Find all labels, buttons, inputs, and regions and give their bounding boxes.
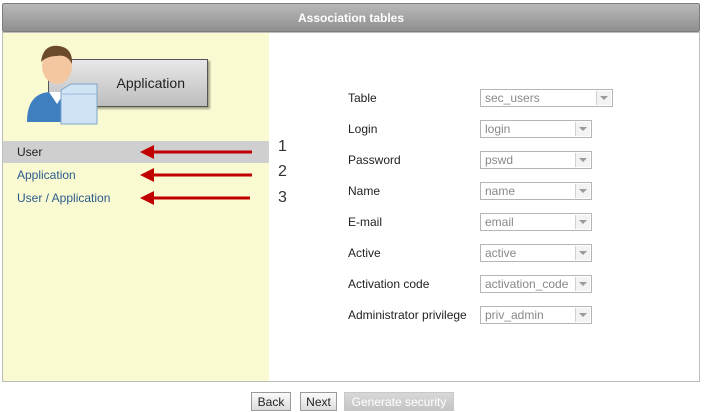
chevron-down-icon[interactable] xyxy=(575,246,590,260)
chevron-down-icon[interactable] xyxy=(575,184,590,198)
activation-code-select[interactable]: activation_code xyxy=(480,275,592,293)
select-value: activation_code xyxy=(485,277,569,291)
field-label: Active xyxy=(348,246,381,260)
password-select[interactable]: pswd xyxy=(480,151,592,169)
field-label: Password xyxy=(348,153,401,167)
email-select[interactable]: email xyxy=(480,213,592,231)
field-label: E-mail xyxy=(348,215,383,229)
field-label: Name xyxy=(348,184,381,198)
chevron-down-icon[interactable] xyxy=(575,122,590,136)
chevron-down-icon[interactable] xyxy=(575,308,590,322)
table-select[interactable]: sec_users xyxy=(480,89,613,107)
chevron-down-icon[interactable] xyxy=(575,153,590,167)
name-select[interactable]: name xyxy=(480,182,592,200)
sidebar-item-label: User / Application xyxy=(17,191,111,205)
admin-privilege-select[interactable]: priv_admin xyxy=(480,306,592,324)
select-value: active xyxy=(485,246,517,260)
application-header-label: Application xyxy=(116,75,186,91)
form-row-name: Name name xyxy=(348,182,618,202)
title-bar: Association tables xyxy=(2,3,700,32)
form-row-activation-code: Activation code activation_code xyxy=(348,275,618,295)
next-button[interactable]: Next xyxy=(300,392,337,411)
login-select[interactable]: login xyxy=(480,120,592,138)
form-row-table: Table sec_users xyxy=(348,89,618,109)
field-label: Login xyxy=(348,122,378,136)
field-label: Table xyxy=(348,91,377,105)
select-value: sec_users xyxy=(485,91,540,105)
select-value: priv_admin xyxy=(485,308,544,322)
sidebar-item-label: Application xyxy=(17,168,76,182)
field-label: Administrator privilege xyxy=(348,308,467,322)
back-button[interactable]: Back xyxy=(251,392,291,411)
select-value: name xyxy=(485,184,516,198)
chevron-down-icon[interactable] xyxy=(575,277,590,291)
form-row-admin-privilege: Administrator privilege priv_admin xyxy=(348,306,618,326)
form-row-password: Password pswd xyxy=(348,151,618,171)
window-title: Association tables xyxy=(297,10,405,25)
annotation-number: 3 xyxy=(278,189,287,206)
annotation-number: 1 xyxy=(278,138,287,155)
form-row-login: Login login xyxy=(348,120,618,140)
select-value: login xyxy=(485,122,511,136)
arrow-icon xyxy=(140,191,250,205)
active-select[interactable]: active xyxy=(480,244,592,262)
sidebar-item-label: User xyxy=(17,145,43,159)
annotation-number: 2 xyxy=(278,163,287,180)
form-row-email: E-mail email xyxy=(348,213,618,233)
field-label: Activation code xyxy=(348,277,430,291)
chevron-down-icon[interactable] xyxy=(575,215,590,229)
arrow-icon xyxy=(140,168,252,182)
generate-security-button[interactable]: Generate security xyxy=(344,392,454,411)
arrow-icon xyxy=(140,145,252,159)
form-row-active: Active active xyxy=(348,244,618,264)
chevron-down-icon[interactable] xyxy=(596,91,611,105)
select-value: pswd xyxy=(485,153,514,167)
select-value: email xyxy=(485,215,514,229)
user-folder-icon xyxy=(27,45,98,125)
